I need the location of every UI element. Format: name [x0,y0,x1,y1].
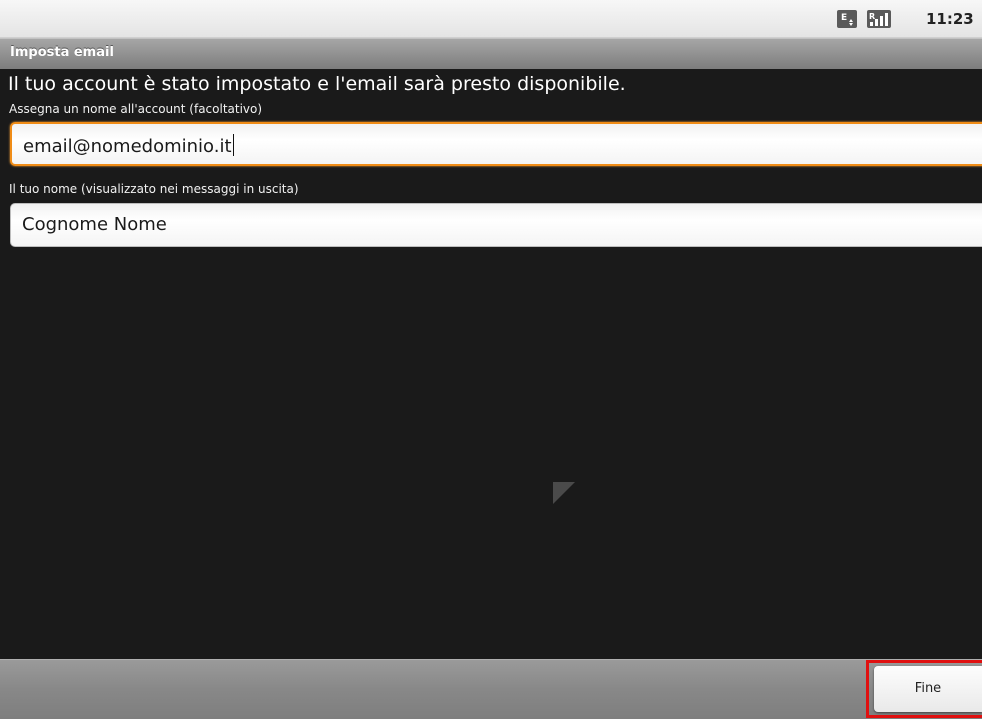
resize-corner-icon [553,482,575,504]
svg-text:E: E [841,13,847,23]
status-bar: E R 11:23 [0,0,982,38]
your-name-input[interactable]: Cognome Nome [10,203,982,247]
setup-complete-message: Il tuo account è stato impostato e l'ema… [8,73,626,95]
your-name-value: Cognome Nome [22,214,167,235]
signal-roaming-icon: R [867,10,891,28]
account-name-input[interactable]: email@nomedominio.it [10,122,982,166]
account-name-value: email@nomedominio.it [23,134,234,157]
svg-text:R: R [869,12,875,21]
account-name-label: Assegna un nome all'account (facoltativo… [9,102,263,116]
clock: 11:23 [926,10,974,28]
done-button-highlight [866,660,982,718]
title-bar: Imposta email [0,38,982,69]
sim-e-icon: E [837,10,857,28]
screen: E R 11:23 Imposta email Il tuo account è… [0,0,982,719]
text-cursor [232,134,234,156]
bottom-action-bar [0,659,982,719]
screen-title: Imposta email [10,45,114,60]
your-name-label: Il tuo nome (visualizzato nei messaggi i… [9,182,299,196]
